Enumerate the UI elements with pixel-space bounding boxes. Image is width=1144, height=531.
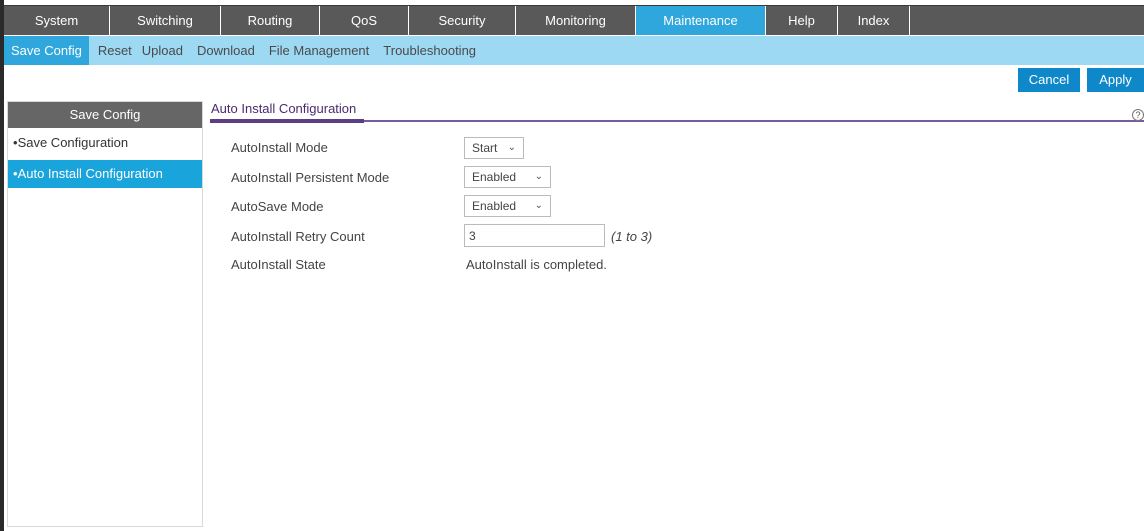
title-underline: [210, 119, 364, 123]
retry-count-label: AutoInstall Retry Count: [231, 229, 365, 244]
select-value: Enabled: [472, 170, 517, 184]
tab-security[interactable]: Security: [409, 6, 516, 35]
subnav-troubleshooting[interactable]: Troubleshooting: [374, 43, 481, 58]
chevron-down-icon: ⌄: [534, 200, 543, 211]
autosave-mode-label: AutoSave Mode: [231, 199, 324, 214]
tab-system[interactable]: System: [4, 6, 110, 35]
tab-switching[interactable]: Switching: [110, 6, 221, 35]
help-icon[interactable]: ?: [1132, 109, 1144, 121]
autoinstall-mode-select[interactable]: Start ⌄: [464, 137, 524, 159]
sidebar-header: Save Config: [8, 102, 202, 128]
autoinstall-state-label: AutoInstall State: [231, 257, 326, 272]
persistent-mode-select[interactable]: Enabled ⌄: [464, 166, 551, 188]
retry-count-range-hint: (1 to 3): [611, 229, 653, 244]
tab-routing[interactable]: Routing: [221, 6, 320, 35]
tab-index[interactable]: Index: [838, 6, 910, 35]
subnav-upload[interactable]: Upload: [137, 43, 188, 58]
window-left-border: [0, 0, 4, 531]
select-value: Enabled: [472, 199, 517, 213]
sidebar-item-save-configuration[interactable]: •Save Configuration: [8, 130, 202, 156]
subnav-reset[interactable]: Reset: [89, 43, 137, 58]
sidebar: Save Config •Save Configuration •Auto In…: [7, 101, 203, 527]
autosave-mode-select[interactable]: Enabled ⌄: [464, 195, 551, 217]
sidebar-item-label: Save Configuration: [17, 135, 129, 150]
apply-button[interactable]: Apply: [1087, 68, 1144, 92]
retry-count-input[interactable]: [464, 224, 605, 247]
autoinstall-state-value: AutoInstall is completed.: [466, 257, 607, 272]
sidebar-item-label: Auto Install Configuration: [17, 166, 163, 181]
sidebar-item-auto-install-configuration[interactable]: •Auto Install Configuration: [8, 160, 202, 188]
tab-maintenance[interactable]: Maintenance: [636, 6, 766, 35]
subnav-save-config[interactable]: Save Config: [4, 36, 89, 65]
top-nav: System Switching Routing QoS Security Mo…: [4, 5, 1144, 35]
sub-nav: Save Config Reset Upload Download File M…: [4, 36, 1144, 65]
chevron-down-icon: ⌄: [507, 142, 516, 153]
tab-qos[interactable]: QoS: [320, 6, 409, 35]
page-title: Auto Install Configuration: [211, 101, 357, 116]
chevron-down-icon: ⌄: [534, 171, 543, 182]
tab-help[interactable]: Help: [766, 6, 838, 35]
select-value: Start: [472, 141, 498, 155]
subnav-file-management[interactable]: File Management: [260, 43, 374, 58]
autoinstall-mode-label: AutoInstall Mode: [231, 140, 328, 155]
subnav-download[interactable]: Download: [188, 43, 260, 58]
cancel-button[interactable]: Cancel: [1018, 68, 1080, 92]
tab-monitoring[interactable]: Monitoring: [516, 6, 636, 35]
persistent-mode-label: AutoInstall Persistent Mode: [231, 170, 390, 185]
